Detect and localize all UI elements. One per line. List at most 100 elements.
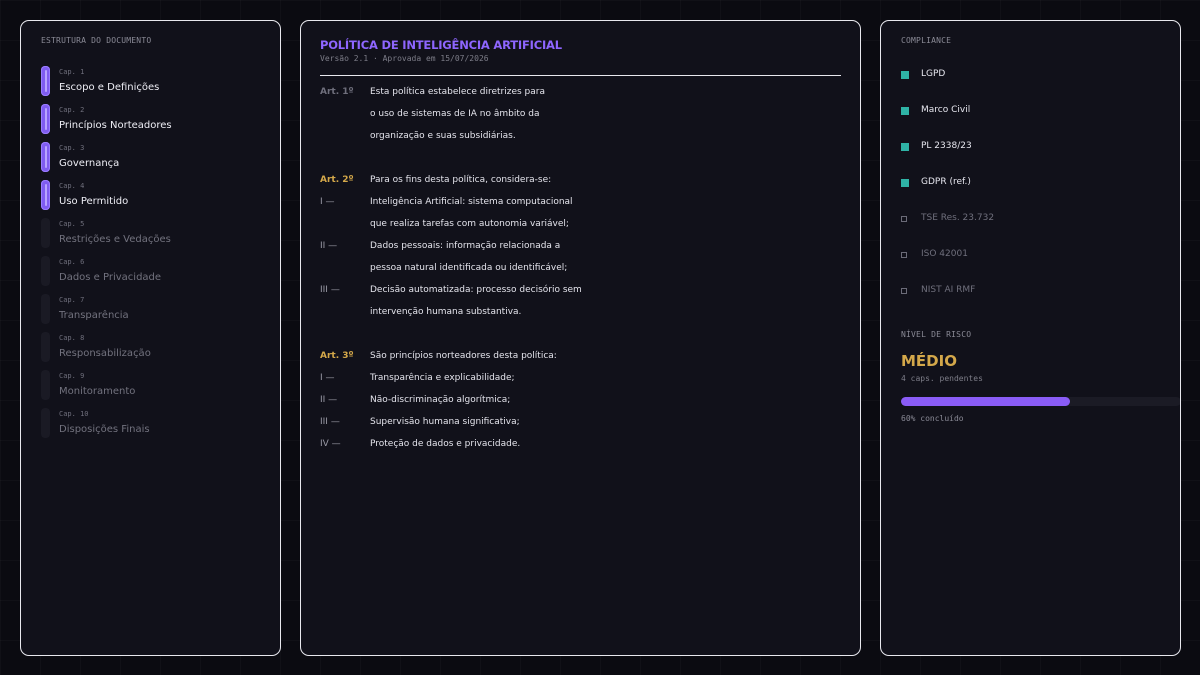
title-divider	[320, 75, 841, 76]
chapter-number: Cap. 9	[59, 372, 85, 380]
chapter-nav-item[interactable]: Cap. 7 Transparência	[41, 294, 271, 328]
chapter-status-bar	[41, 294, 50, 324]
article-label: Art. 3º	[320, 351, 354, 361]
item-text-line: Decisão automatizada: processo decisório…	[370, 285, 582, 295]
chapter-number: Cap. 7	[59, 296, 85, 304]
chapter-number: Cap. 8	[59, 334, 85, 342]
chapter-status-bar	[41, 370, 50, 400]
document-structure-panel: ESTRUTURA DO DOCUMENTO Cap. 1 Escopo e De…	[20, 20, 281, 656]
item-text-line: que realiza tarefas com autonomia variáv…	[370, 219, 569, 229]
unchecked-box-icon	[901, 216, 907, 222]
compliance-label: Marco Civil	[921, 105, 971, 115]
chapter-status-bar	[41, 66, 50, 96]
article-label: Art. 1º	[320, 87, 354, 97]
chapter-status-bar	[41, 256, 50, 286]
progress-label: 60% concluído	[901, 414, 964, 423]
compliance-label: GDPR (ref.)	[921, 177, 971, 187]
item-text-line: Dados pessoais: informação relacionada a	[370, 241, 561, 251]
article-text-line: Para os fins desta política, considera-s…	[370, 175, 552, 185]
article-text-line: organização e suas subsidiárias.	[370, 131, 516, 141]
chapter-nav-item[interactable]: Cap. 5 Restrições e Vedações	[41, 218, 271, 252]
chapter-nav-item[interactable]: Cap. 8 Responsabilização	[41, 332, 271, 366]
compliance-panel: COMPLIANCE LGPD Marco Civil PL 2338/23 GDPR…	[880, 20, 1181, 656]
article-label: Art. 2º	[320, 175, 354, 185]
chapter-title: Transparência	[59, 310, 129, 321]
chapter-title: Responsabilização	[59, 348, 151, 359]
compliance-item[interactable]: PL 2338/23	[901, 141, 1161, 155]
article-text-line: o uso de sistemas de IA no âmbito da	[370, 109, 540, 119]
checked-box-icon	[901, 179, 909, 187]
compliance-item[interactable]: Marco Civil	[901, 105, 1161, 119]
chapter-title: Uso Permitido	[59, 196, 129, 207]
item-number: IV —	[320, 439, 341, 449]
compliance-item[interactable]: LGPD	[901, 69, 1161, 83]
checked-box-icon	[901, 143, 909, 151]
document-panel: POLÍTICA DE INTELIGÊNCIA ARTIFICIAL Vers…	[300, 20, 861, 656]
chapter-nav-item[interactable]: Cap. 10 Disposições Finais	[41, 408, 271, 442]
risk-title: NÍVEL DE RISCO	[901, 330, 972, 339]
compliance-label: NIST AI RMF	[921, 285, 976, 295]
compliance-title: COMPLIANCE	[901, 36, 952, 45]
item-text-line: Proteção de dados e privacidade.	[370, 439, 521, 449]
item-number: I —	[320, 197, 335, 207]
risk-pending-count: 4 caps. pendentes	[901, 374, 983, 383]
chapter-status-bar	[41, 332, 50, 362]
chapter-title: Governança	[59, 158, 120, 169]
item-text-line: Inteligência Artificial: sistema computa…	[370, 197, 573, 207]
chapter-number: Cap. 4	[59, 182, 85, 190]
compliance-item[interactable]: GDPR (ref.)	[901, 177, 1161, 191]
item-text-line: pessoa natural identificada ou identific…	[370, 263, 568, 273]
chapter-title: Disposições Finais	[59, 424, 150, 435]
chapter-status-bar	[41, 142, 50, 172]
document-title: POLÍTICA DE INTELIGÊNCIA ARTIFICIAL	[320, 38, 562, 52]
chapter-title: Princípios Norteadores	[59, 120, 172, 131]
risk-level: MÉDIO	[901, 352, 957, 370]
chapter-title: Restrições e Vedações	[59, 234, 171, 245]
chapter-nav-item[interactable]: Cap. 9 Monitoramento	[41, 370, 271, 404]
item-text-line: Transparência e explicabilidade;	[370, 373, 515, 383]
chapter-nav-item[interactable]: Cap. 3 Governança	[41, 142, 271, 176]
item-number: III —	[320, 417, 340, 427]
compliance-label: ISO 42001	[921, 249, 968, 259]
chapter-title: Monitoramento	[59, 386, 136, 397]
item-text-line: Não-discriminação algorítmica;	[370, 395, 511, 405]
chapter-number: Cap. 3	[59, 144, 85, 152]
item-text-line: intervenção humana substantiva.	[370, 307, 522, 317]
compliance-item[interactable]: NIST AI RMF	[901, 285, 1161, 299]
chapter-nav-item[interactable]: Cap. 1 Escopo e Definições	[41, 66, 271, 100]
item-number: III —	[320, 285, 340, 295]
chapter-status-bar	[41, 408, 50, 438]
chapter-status-bar	[41, 218, 50, 248]
progress-fill	[901, 397, 1071, 406]
checked-box-icon	[901, 107, 909, 115]
chapter-number: Cap. 2	[59, 106, 85, 114]
chapter-number: Cap. 5	[59, 220, 85, 228]
progress-bar	[901, 397, 1180, 406]
chapter-nav-item[interactable]: Cap. 6 Dados e Privacidade	[41, 256, 271, 290]
item-text-line: Supervisão humana significativa;	[370, 417, 520, 427]
item-number: II —	[320, 395, 338, 405]
unchecked-box-icon	[901, 252, 907, 258]
compliance-label: LGPD	[921, 69, 946, 79]
compliance-label: PL 2338/23	[921, 141, 972, 151]
unchecked-box-icon	[901, 288, 907, 294]
chapter-title: Escopo e Definições	[59, 82, 160, 93]
compliance-label: TSE Res. 23.732	[921, 213, 995, 223]
compliance-item[interactable]: ISO 42001	[901, 249, 1161, 263]
chapter-number: Cap. 1	[59, 68, 85, 76]
compliance-item[interactable]: TSE Res. 23.732	[901, 213, 1161, 227]
document-version: Versão 2.1 · Aprovada em 15/07/2026	[320, 54, 489, 63]
chapter-title: Dados e Privacidade	[59, 272, 162, 283]
item-number: II —	[320, 241, 338, 251]
article-text-line: Esta política estabelece diretrizes para	[370, 87, 545, 97]
structure-title: ESTRUTURA DO DOCUMENTO	[41, 36, 152, 45]
chapter-status-bar	[41, 180, 50, 210]
chapter-nav-item[interactable]: Cap. 4 Uso Permitido	[41, 180, 271, 214]
item-number: I —	[320, 373, 335, 383]
checked-box-icon	[901, 71, 909, 79]
chapter-number: Cap. 6	[59, 258, 85, 266]
chapter-nav-item[interactable]: Cap. 2 Princípios Norteadores	[41, 104, 271, 138]
article-text-line: São princípios norteadores desta polític…	[370, 351, 557, 361]
chapter-number: Cap. 10	[59, 410, 89, 418]
chapter-status-bar	[41, 104, 50, 134]
